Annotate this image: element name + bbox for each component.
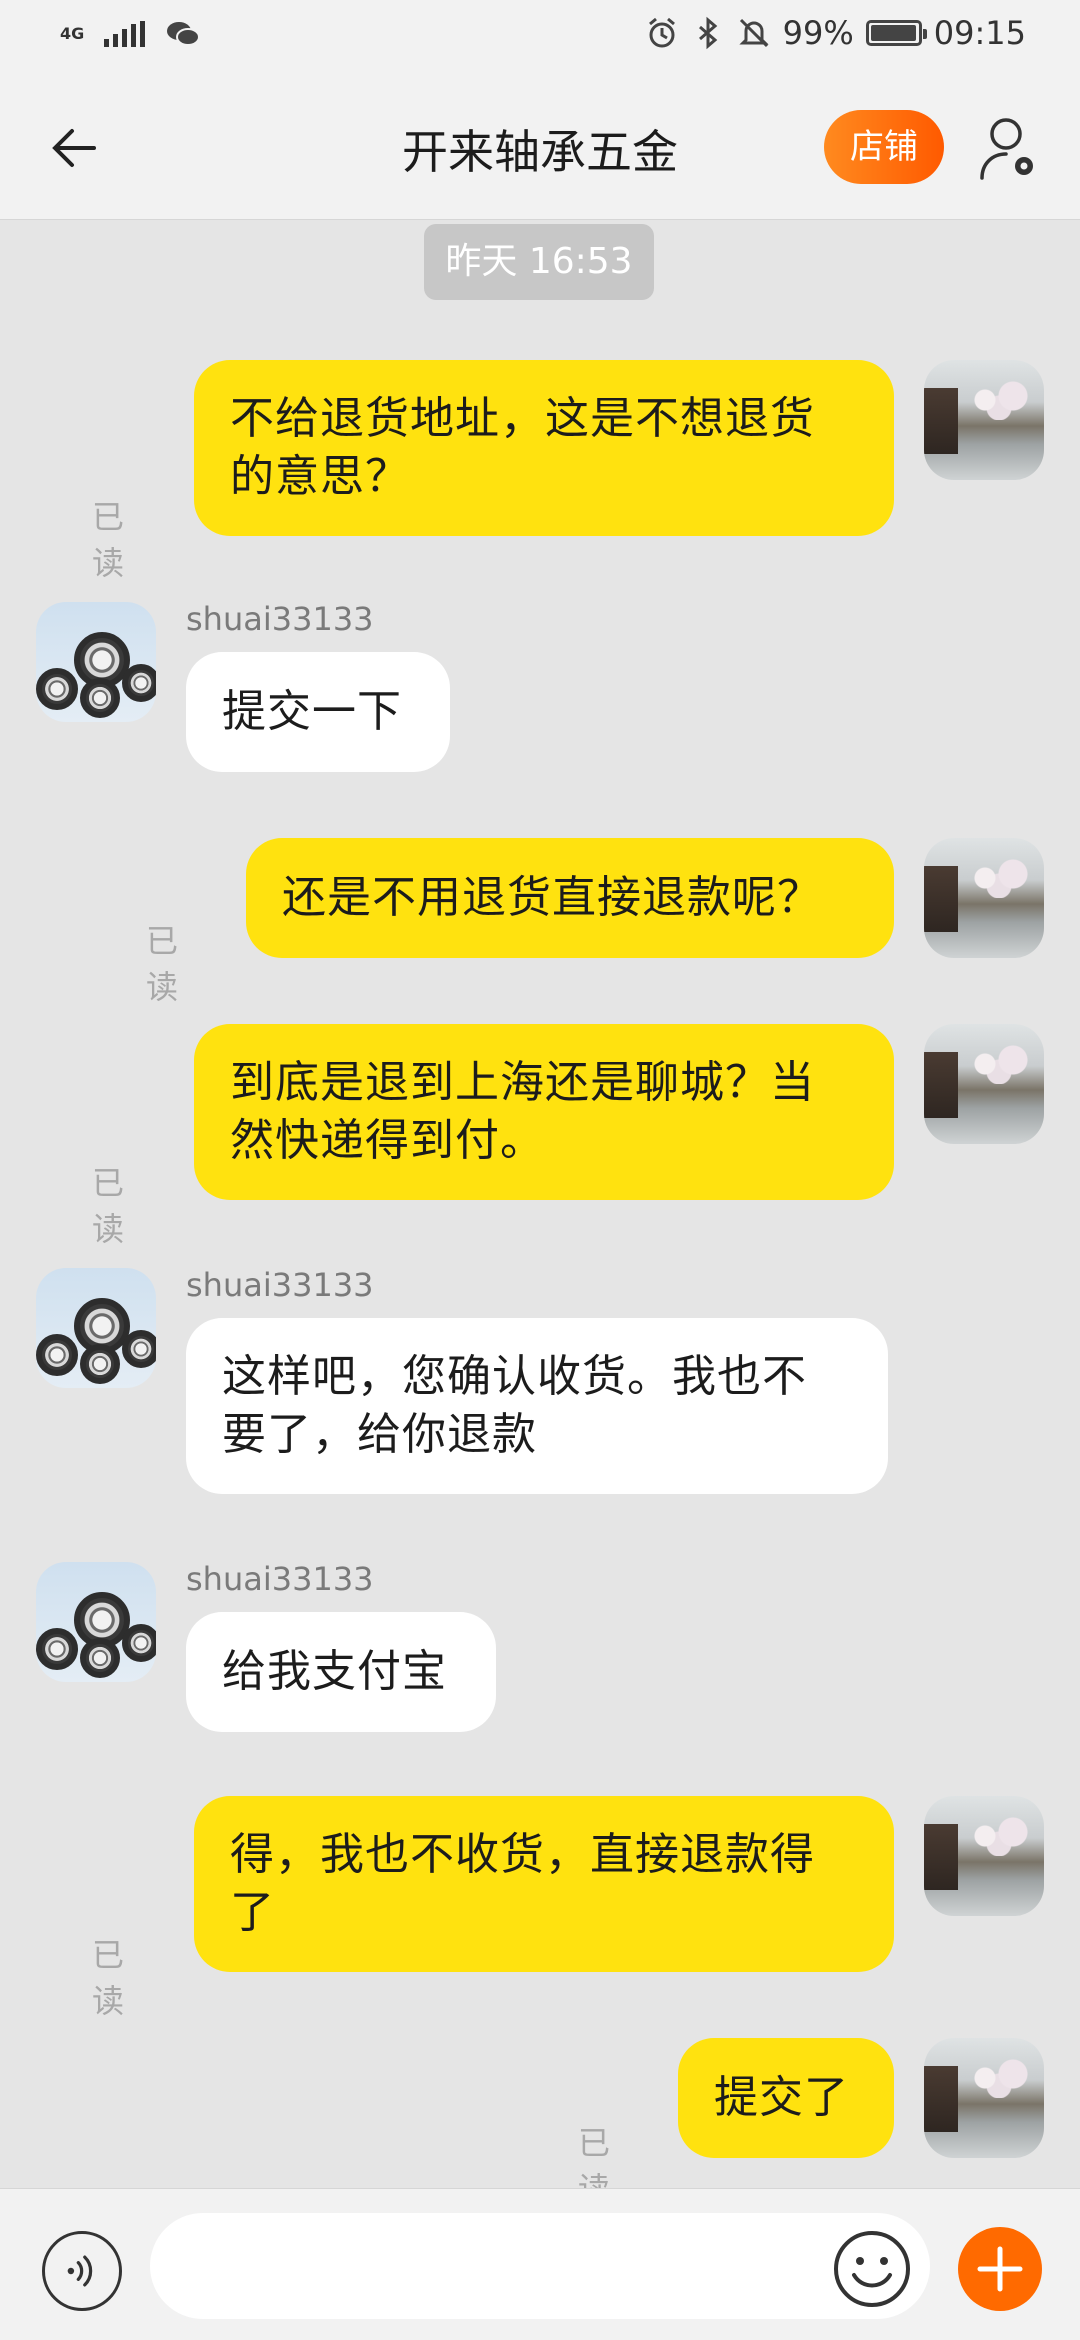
my-avatar[interactable] [924, 2038, 1044, 2158]
contact-avatar[interactable] [36, 602, 156, 722]
status-bar: 4G 99% 09:15 [0, 0, 1080, 76]
emoji-icon[interactable] [832, 2229, 912, 2309]
clock: 09:15 [933, 14, 1026, 52]
user-settings-icon[interactable] [978, 114, 1042, 184]
message-text-line: 的意思？ [230, 451, 410, 502]
battery-percent: 99% [782, 14, 854, 52]
message-text-line: 然快递得到付。 [230, 1115, 545, 1166]
message-text-line: 不给退货地址，这是不想退货 [230, 393, 815, 444]
contact-avatar[interactable] [36, 1562, 156, 1682]
mute-icon [739, 18, 769, 48]
message-text-line: 这样吧，您确认收货。我也不 [222, 1351, 807, 1402]
message-bubble[interactable]: 不给退货地址，这是不想退货 的意思？ [194, 360, 894, 536]
my-avatar[interactable] [924, 1796, 1044, 1916]
network-type: 4G [60, 24, 85, 43]
message-bubble[interactable]: 到底是退到上海还是聊城？当 然快递得到付。 [194, 1024, 894, 1200]
contact-avatar[interactable] [36, 1268, 156, 1388]
message-bubble[interactable]: 提交一下 [186, 652, 450, 772]
message-bubble[interactable]: 这样吧，您确认收货。我也不 要了，给你退款 [186, 1318, 888, 1494]
message-text-line: 了 [230, 1887, 275, 1938]
wechat-icon [167, 22, 200, 46]
message-text-line: 到底是退到上海还是聊城？当 [230, 1057, 815, 1108]
read-receipt: 已读 [92, 498, 125, 582]
message-text-line: 给我支付宝 [222, 1646, 447, 1697]
my-avatar[interactable] [924, 838, 1044, 958]
message-text-line: 还是不用退货直接退款呢？ [282, 872, 822, 923]
chat-timestamp: 昨天 16:53 [424, 224, 654, 300]
message-text-line: 提交了 [714, 2072, 849, 2123]
read-receipt: 已读 [92, 1164, 125, 1248]
sender-name: shuai33133 [186, 1560, 374, 1598]
message-bubble[interactable]: 给我支付宝 [186, 1612, 496, 1732]
battery-icon [865, 20, 927, 46]
plus-icon[interactable] [958, 2227, 1042, 2311]
sender-name: shuai33133 [186, 600, 374, 638]
message-bubble[interactable]: 提交了 [678, 2038, 894, 2158]
message-text-line: 得，我也不收货，直接退款得 [230, 1829, 815, 1880]
sender-name: shuai33133 [186, 1266, 374, 1304]
signal-icon [104, 21, 145, 47]
message-text-line: 提交一下 [222, 686, 402, 737]
message-bubble[interactable]: 还是不用退货直接退款呢？ [246, 838, 894, 958]
message-bubble[interactable]: 得，我也不收货，直接退款得 了 [194, 1796, 894, 1972]
read-receipt: 已读 [92, 1936, 125, 2020]
my-avatar[interactable] [924, 360, 1044, 480]
voice-icon[interactable] [42, 2231, 122, 2311]
input-bar [0, 2188, 1080, 2340]
shop-button[interactable]: 店铺 [824, 110, 944, 184]
read-receipt: 已读 [146, 922, 179, 1006]
message-text-line: 要了，给你退款 [222, 1409, 537, 1460]
my-avatar[interactable] [924, 1024, 1044, 1144]
bluetooth-icon [698, 16, 717, 50]
message-input[interactable] [150, 2213, 930, 2319]
chat-header: 开来轴承五金 店铺 [0, 76, 1080, 220]
alarm-icon [648, 17, 675, 48]
